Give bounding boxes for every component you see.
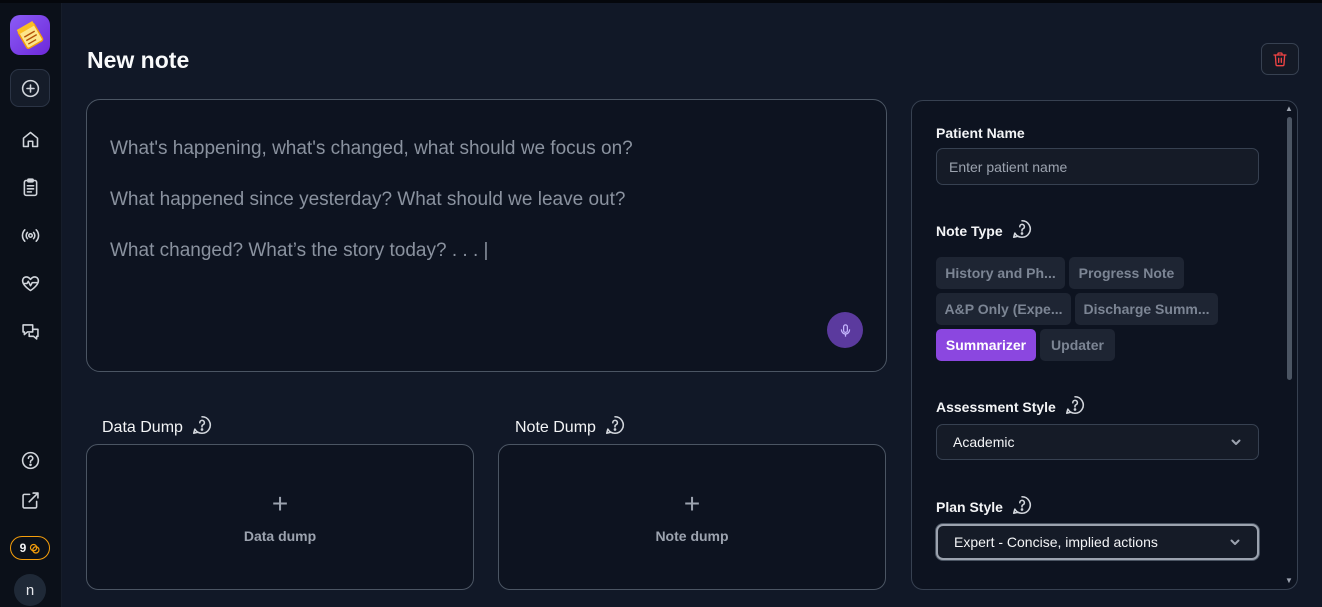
patient-name-label-text: Patient Name bbox=[936, 125, 1025, 141]
assessment-style-value: Academic bbox=[953, 434, 1015, 450]
external-link-button[interactable] bbox=[10, 481, 50, 519]
note-type-label-text: Note Type bbox=[936, 222, 1003, 239]
delete-note-button[interactable] bbox=[1261, 43, 1299, 75]
note-type-option[interactable]: Updater bbox=[1040, 329, 1115, 361]
chevron-down-icon bbox=[1230, 539, 1240, 545]
help-bubble-icon[interactable] bbox=[1064, 394, 1086, 419]
note-type-option[interactable]: A&P Only (Expe... bbox=[936, 293, 1071, 325]
coins-icon bbox=[30, 543, 40, 554]
note-dump-title: Note Dump bbox=[515, 418, 596, 436]
assessment-style-select[interactable]: Academic bbox=[936, 424, 1259, 460]
window-top-border bbox=[0, 0, 1322, 3]
credits-badge[interactable]: 9 bbox=[10, 536, 50, 560]
help-bubble-icon[interactable] bbox=[604, 414, 626, 441]
scroll-up-arrow[interactable]: ▲ bbox=[1285, 105, 1293, 113]
data-dump-title: Data Dump bbox=[102, 418, 183, 436]
nav-health-button[interactable] bbox=[10, 264, 50, 302]
plan-style-label-text: Plan Style bbox=[936, 498, 1003, 515]
note-type-option[interactable]: History and Ph... bbox=[936, 257, 1065, 289]
data-dump-box-label: Data dump bbox=[243, 528, 317, 544]
plus-circle-icon bbox=[21, 79, 39, 97]
plan-style-select[interactable]: Expert - Concise, implied actions bbox=[936, 524, 1259, 560]
microphone-button[interactable] bbox=[827, 312, 863, 348]
chat-bubbles-icon bbox=[21, 323, 39, 340]
help-button[interactable] bbox=[10, 441, 50, 479]
user-avatar[interactable]: n bbox=[14, 574, 46, 606]
note-type-option[interactable]: Progress Note bbox=[1069, 257, 1184, 289]
microphone-icon bbox=[840, 323, 850, 337]
trash-icon bbox=[1273, 52, 1287, 67]
external-link-icon bbox=[21, 491, 39, 509]
assessment-style-label: Assessment Style bbox=[936, 394, 1086, 419]
note-dump-label: Note Dump bbox=[515, 414, 626, 441]
help-bubble-icon[interactable] bbox=[1011, 494, 1033, 519]
notepad-logo-icon[interactable] bbox=[10, 15, 50, 55]
plus-icon: + bbox=[271, 488, 289, 519]
editor-prompt-line: What happened since yesterday? What shou… bbox=[110, 189, 626, 211]
help-bubble-icon[interactable] bbox=[191, 414, 213, 441]
note-dump-dropzone[interactable]: + Note dump bbox=[498, 444, 886, 590]
scroll-down-arrow[interactable]: ▼ bbox=[1285, 577, 1293, 585]
chevron-down-icon bbox=[1231, 439, 1241, 445]
note-type-label: Note Type bbox=[936, 218, 1033, 243]
plan-style-value: Expert - Concise, implied actions bbox=[954, 534, 1158, 550]
nav-chat-button[interactable] bbox=[10, 312, 50, 350]
assessment-style-label-text: Assessment Style bbox=[936, 398, 1056, 415]
new-note-button[interactable] bbox=[10, 69, 50, 107]
nav-live-button[interactable] bbox=[10, 216, 50, 254]
editor-prompt-line: What changed? What’s the story today? . … bbox=[110, 240, 489, 262]
note-type-option-selected[interactable]: Summarizer bbox=[936, 329, 1036, 361]
note-settings-panel: Patient Name Note Type History and Ph...… bbox=[911, 100, 1298, 590]
broadcast-icon bbox=[21, 228, 39, 242]
sidebar: 9 n bbox=[0, 3, 62, 607]
help-circle-icon bbox=[21, 451, 39, 469]
note-editor[interactable]: What's happening, what's changed, what s… bbox=[86, 99, 887, 372]
editor-prompt-line: What's happening, what's changed, what s… bbox=[110, 138, 633, 159]
clipboard-icon bbox=[23, 177, 37, 196]
note-dump-box-label: Note dump bbox=[655, 528, 729, 544]
plus-icon: + bbox=[683, 488, 701, 519]
help-bubble-icon[interactable] bbox=[1011, 218, 1033, 243]
note-type-option[interactable]: Discharge Summ... bbox=[1075, 293, 1218, 325]
panel-scrollbar-thumb[interactable] bbox=[1287, 117, 1292, 380]
nav-home-button[interactable] bbox=[10, 120, 50, 158]
page-title: New note bbox=[87, 47, 190, 73]
data-dump-dropzone[interactable]: + Data dump bbox=[86, 444, 474, 590]
nav-notes-button[interactable] bbox=[10, 168, 50, 206]
patient-name-label: Patient Name bbox=[936, 125, 1025, 141]
patient-name-input[interactable] bbox=[936, 148, 1259, 185]
credits-count: 9 bbox=[19, 541, 27, 555]
data-dump-label: Data Dump bbox=[102, 414, 213, 441]
plan-style-label: Plan Style bbox=[936, 494, 1033, 519]
heart-pulse-icon bbox=[21, 275, 39, 291]
home-icon bbox=[22, 131, 38, 147]
